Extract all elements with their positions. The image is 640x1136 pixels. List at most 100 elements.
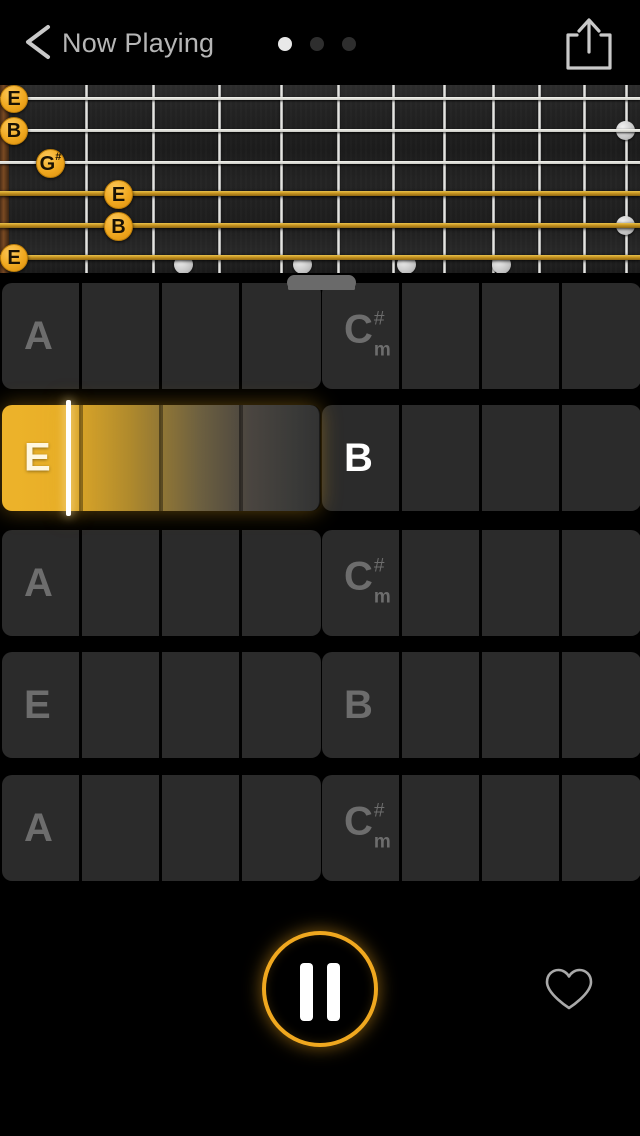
- chord-root: A: [24, 314, 53, 358]
- chord-beat-cell[interactable]: [162, 405, 241, 511]
- play-pause-button[interactable]: [262, 931, 378, 1047]
- chord-modifiers: # m: [373, 802, 391, 853]
- chord-beat-cell[interactable]: [82, 405, 161, 511]
- chord-group[interactable]: B: [322, 405, 640, 511]
- chord-beat-cell[interactable]: [482, 283, 561, 389]
- chord-quality: m: [373, 586, 391, 608]
- chord-group[interactable]: C # m: [322, 530, 640, 636]
- chord-beat-cell[interactable]: [402, 283, 481, 389]
- chord-beat-cell[interactable]: [482, 405, 561, 511]
- note-marker[interactable]: B: [0, 117, 28, 145]
- page-dot-3[interactable]: [342, 37, 356, 51]
- fret-inlay-dot: [174, 255, 193, 273]
- chord-beat-cell[interactable]: C # m: [288, 275, 401, 389]
- chord-beat-cell[interactable]: [482, 652, 561, 758]
- chord-group[interactable]: E: [2, 652, 321, 758]
- chord-beat-cell[interactable]: [482, 775, 561, 881]
- chord-group[interactable]: C # m: [322, 775, 640, 881]
- fret-inlay-dot: [616, 121, 635, 140]
- note-marker[interactable]: G #: [36, 149, 65, 178]
- note-marker[interactable]: E: [0, 85, 28, 113]
- chord-beat-cell[interactable]: [242, 652, 321, 758]
- share-button[interactable]: [560, 16, 618, 72]
- chord-row-active[interactable]: E B: [0, 400, 640, 516]
- chord-beat-cell[interactable]: A: [2, 775, 81, 881]
- chord-group[interactable]: A: [2, 775, 321, 881]
- chord-row[interactable]: A C # m: [0, 775, 640, 881]
- chord-beat-cell[interactable]: [82, 530, 161, 636]
- chord-beat-cell[interactable]: [482, 530, 561, 636]
- playback-bottom-bar: 01:14 04:12 1x: [0, 1052, 640, 1136]
- chord-beat-cell[interactable]: [82, 652, 161, 758]
- pause-icon: [300, 963, 313, 1021]
- chord-group[interactable]: C # m: [288, 275, 640, 389]
- guitar-string-low-e: [0, 255, 640, 260]
- chord-beat-cell[interactable]: [162, 775, 241, 881]
- chord-timeline[interactable]: A C # m E B A C # m E B A C # m: [0, 275, 640, 881]
- chord-row[interactable]: A C # m: [0, 530, 640, 636]
- page-title: Now Playing: [62, 28, 215, 58]
- chord-group[interactable]: A: [2, 275, 355, 389]
- chord-beat-cell[interactable]: [242, 530, 321, 636]
- chord-beat-cell[interactable]: B: [322, 405, 401, 511]
- note-name: G: [39, 152, 56, 175]
- chord-beat-cell[interactable]: [562, 775, 640, 881]
- note-marker[interactable]: B: [104, 212, 133, 241]
- chord-accidental: #: [373, 308, 385, 330]
- fretboard[interactable]: E B G # E B E: [0, 85, 640, 273]
- chord-beat-cell[interactable]: [242, 405, 321, 511]
- back-button[interactable]: [14, 16, 64, 68]
- chord-group[interactable]: B: [322, 652, 640, 758]
- chord-root: E: [24, 435, 51, 480]
- chord-quality: m: [373, 339, 391, 361]
- note-marker[interactable]: E: [0, 244, 28, 272]
- chord-quality: m: [373, 831, 391, 853]
- chord-beat-cell[interactable]: [162, 652, 241, 758]
- chord-beat-cell[interactable]: [562, 283, 640, 389]
- chord-root: E: [24, 683, 51, 727]
- chord-playhead[interactable]: [66, 400, 71, 516]
- chord-beat-cell[interactable]: A: [2, 530, 81, 636]
- fret-line: [538, 85, 541, 273]
- guitar-string-high-e: [0, 97, 640, 100]
- chord-row[interactable]: A C # m: [0, 275, 640, 389]
- chord-beat-cell[interactable]: [82, 775, 161, 881]
- guitar-string-g: [0, 161, 640, 164]
- chord-group-resize-handle[interactable]: [288, 275, 356, 290]
- chord-row[interactable]: E B: [0, 652, 640, 758]
- chord-beat-cell[interactable]: [402, 530, 481, 636]
- chord-label: A: [24, 806, 54, 850]
- chord-group[interactable]: A: [2, 530, 321, 636]
- chord-beat-cell[interactable]: B: [322, 652, 401, 758]
- chord-beat-cell[interactable]: [402, 405, 481, 511]
- chevron-left-icon: [26, 25, 50, 59]
- chord-beat-cell[interactable]: [402, 652, 481, 758]
- note-name: E: [7, 247, 21, 269]
- chord-beat-cell[interactable]: A: [2, 283, 81, 389]
- fret-inlay-dot: [492, 255, 511, 273]
- chord-beat-cell[interactable]: E: [2, 652, 81, 758]
- note-marker[interactable]: E: [104, 180, 133, 209]
- chord-beat-cell[interactable]: C # m: [322, 775, 401, 881]
- page-indicator-dots[interactable]: [278, 37, 362, 51]
- chord-beat-cell[interactable]: [562, 405, 640, 511]
- chord-beat-cell[interactable]: C # m: [322, 530, 401, 636]
- chord-accidental: #: [373, 555, 385, 577]
- chord-root: A: [24, 806, 53, 850]
- chord-group-active[interactable]: E: [2, 400, 321, 516]
- fret-line: [337, 85, 340, 273]
- page-dot-1[interactable]: [278, 37, 292, 51]
- chord-beat-cell[interactable]: [242, 275, 355, 389]
- page-dot-2[interactable]: [310, 37, 324, 51]
- chord-beat-cell[interactable]: [162, 283, 241, 389]
- chord-beat-cell[interactable]: [402, 775, 481, 881]
- chord-root: B: [344, 436, 373, 480]
- chord-label: B: [344, 685, 374, 725]
- chord-beat-cell[interactable]: [562, 652, 640, 758]
- chord-beat-cell[interactable]: [162, 530, 241, 636]
- chord-beat-cell[interactable]: [82, 283, 161, 389]
- chord-root: C: [344, 307, 373, 352]
- favorite-button[interactable]: [543, 967, 595, 1013]
- chord-beat-cell[interactable]: [242, 775, 321, 881]
- chord-beat-cell[interactable]: [562, 530, 640, 636]
